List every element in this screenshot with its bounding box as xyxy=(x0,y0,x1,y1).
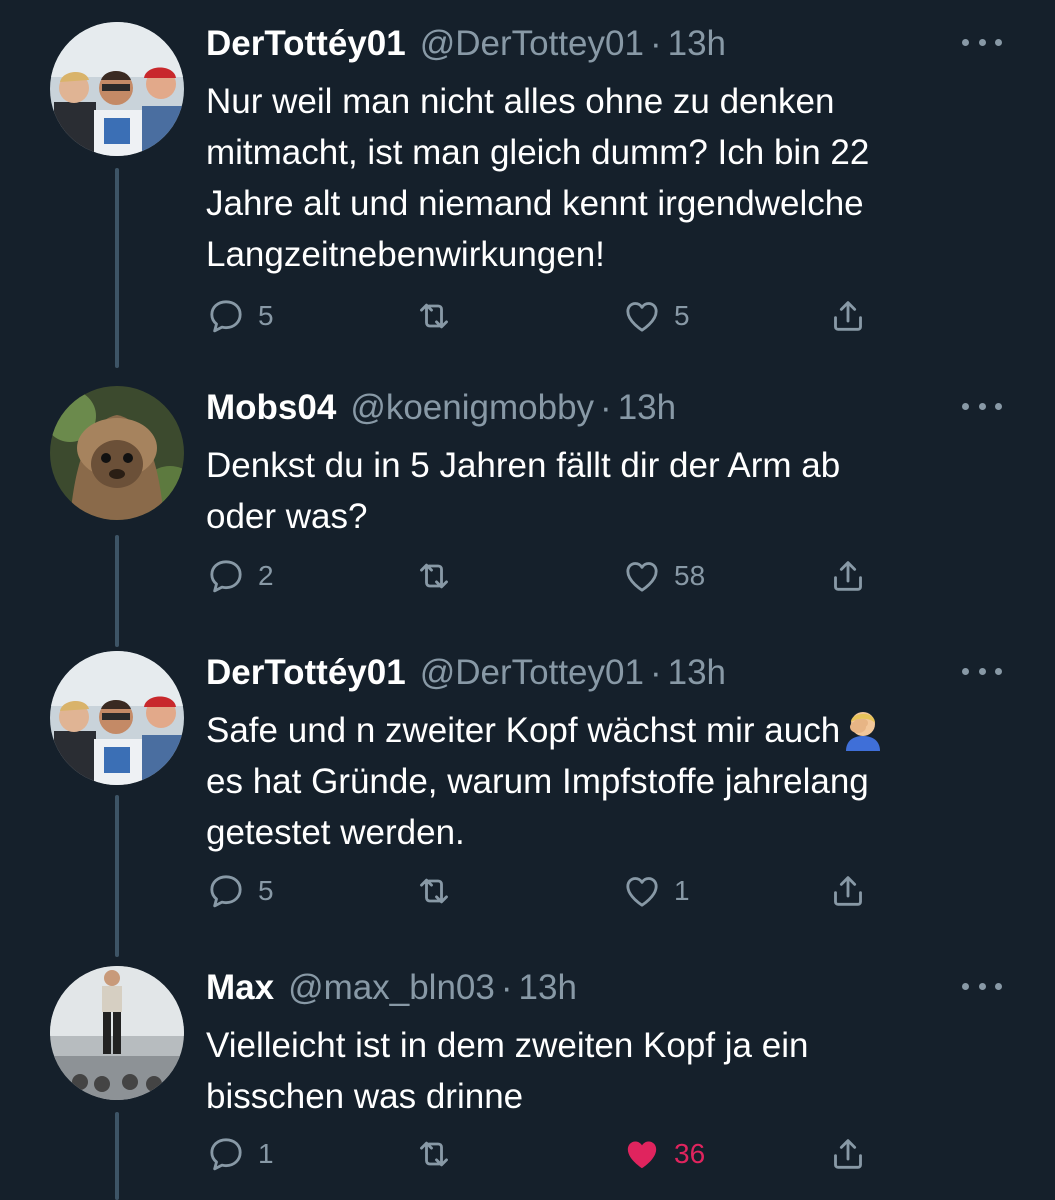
heart-filled-icon xyxy=(622,1134,662,1174)
tweet[interactable]: DerTottéy01 @DerTottey01 · 13h Safe und … xyxy=(0,651,1055,921)
retweet-icon xyxy=(414,296,454,336)
avatar[interactable] xyxy=(50,966,184,1100)
timestamp[interactable]: 13h xyxy=(668,22,726,66)
like-button[interactable]: 36 xyxy=(622,1132,705,1176)
like-count: 1 xyxy=(674,875,690,906)
share-icon xyxy=(828,871,868,911)
tweet[interactable]: DerTottéy01 @DerTottey01 · 13h Nur weil … xyxy=(0,22,1055,342)
handle[interactable]: @DerTottey01 xyxy=(420,651,644,695)
timestamp[interactable]: 13h xyxy=(668,651,726,695)
reply-icon xyxy=(206,556,246,596)
display-name[interactable]: DerTottéy01 xyxy=(206,22,406,66)
group-photo-avatar-icon xyxy=(50,651,184,785)
avatar[interactable] xyxy=(50,386,184,520)
like-count: 58 xyxy=(674,560,706,591)
reply-count: 5 xyxy=(258,300,274,331)
reply-button[interactable]: 5 xyxy=(206,869,274,913)
separator: · xyxy=(649,653,662,692)
tweet-header: Max @max_bln03 · 13h xyxy=(206,966,577,1010)
separator: · xyxy=(600,388,612,427)
tweet-header: DerTottéy01 @DerTottey01 · 13h xyxy=(206,22,726,66)
share-icon xyxy=(828,1134,868,1174)
more-options-icon[interactable] xyxy=(962,30,1002,54)
reply-icon xyxy=(206,871,246,911)
more-options-icon[interactable] xyxy=(962,974,1002,998)
facepalm-emoji-icon xyxy=(840,705,886,751)
tweet-text-line: es hat Gründe, warum Impfstoffe jahrelan… xyxy=(206,762,869,852)
retweet-button[interactable] xyxy=(414,294,454,338)
like-count: 36 xyxy=(674,1138,706,1169)
more-options-icon[interactable] xyxy=(962,659,1002,683)
tweet-text: Denkst du in 5 Jahren fällt dir der Arm … xyxy=(206,446,841,536)
display-name[interactable]: DerTottéy01 xyxy=(206,651,406,695)
like-count: 5 xyxy=(674,300,690,331)
retweet-icon xyxy=(414,871,454,911)
person-standing-avatar-icon xyxy=(50,966,184,1100)
reply-button[interactable]: 1 xyxy=(206,1132,274,1176)
avatar[interactable] xyxy=(50,651,184,785)
heart-icon xyxy=(622,556,662,596)
retweet-button[interactable] xyxy=(414,1132,454,1176)
tweet-header: DerTottéy01 @DerTottey01 · 13h xyxy=(206,651,726,695)
reply-icon xyxy=(206,1134,246,1174)
tweet[interactable]: Mobs04 @koenigmobby · 13h Denkst du in 5… xyxy=(0,386,1055,616)
timestamp[interactable]: 13h xyxy=(519,966,577,1010)
tweet-actions: 5 5 xyxy=(0,294,1055,338)
tweet-text: Vielleicht ist in dem zweiten Kopf ja ei… xyxy=(206,1026,809,1116)
display-name[interactable]: Max xyxy=(206,966,274,1010)
share-button[interactable] xyxy=(828,869,868,913)
timestamp[interactable]: 13h xyxy=(618,386,676,430)
heart-icon xyxy=(622,296,662,336)
reply-count: 5 xyxy=(258,875,274,906)
separator: · xyxy=(500,968,513,1007)
more-options-icon[interactable] xyxy=(962,394,1002,418)
handle[interactable]: @koenigmobby xyxy=(350,386,594,430)
retweet-button[interactable] xyxy=(414,869,454,913)
handle[interactable]: @max_bln03 xyxy=(288,966,495,1010)
separator: · xyxy=(649,24,662,63)
reply-count: 2 xyxy=(258,560,274,591)
reply-icon xyxy=(206,296,246,336)
tweet-header: Mobs04 @koenigmobby · 13h xyxy=(206,386,676,430)
share-icon xyxy=(828,296,868,336)
like-button[interactable]: 58 xyxy=(622,554,705,598)
avatar[interactable] xyxy=(50,22,184,156)
share-button[interactable] xyxy=(828,1132,868,1176)
reply-button[interactable]: 2 xyxy=(206,554,274,598)
share-button[interactable] xyxy=(828,554,868,598)
tweet-text: Nur weil man nicht alles ohne zu denken … xyxy=(206,82,870,274)
display-name[interactable]: Mobs04 xyxy=(206,386,336,430)
tweet-text: Safe und n zweiter Kopf wächst mir auch … xyxy=(206,705,1006,858)
share-button[interactable] xyxy=(828,294,868,338)
tweet[interactable]: Max @max_bln03 · 13h Vielleicht ist in d… xyxy=(0,966,1055,1200)
share-icon xyxy=(828,556,868,596)
ewok-avatar-icon xyxy=(50,386,184,520)
retweet-button[interactable] xyxy=(414,554,454,598)
tweet-actions: 1 36 xyxy=(0,1132,1055,1176)
like-button[interactable]: 1 xyxy=(622,869,690,913)
retweet-icon xyxy=(414,1134,454,1174)
tweet-text-line: Safe und n zweiter Kopf wächst mir auch xyxy=(206,711,841,750)
tweet-actions: 5 1 xyxy=(0,869,1055,913)
retweet-icon xyxy=(414,556,454,596)
handle[interactable]: @DerTottey01 xyxy=(420,22,644,66)
like-button[interactable]: 5 xyxy=(622,294,690,338)
tweet-actions: 2 58 xyxy=(0,554,1055,598)
heart-icon xyxy=(622,871,662,911)
group-photo-avatar-icon xyxy=(50,22,184,156)
reply-button[interactable]: 5 xyxy=(206,294,274,338)
reply-count: 1 xyxy=(258,1138,274,1169)
